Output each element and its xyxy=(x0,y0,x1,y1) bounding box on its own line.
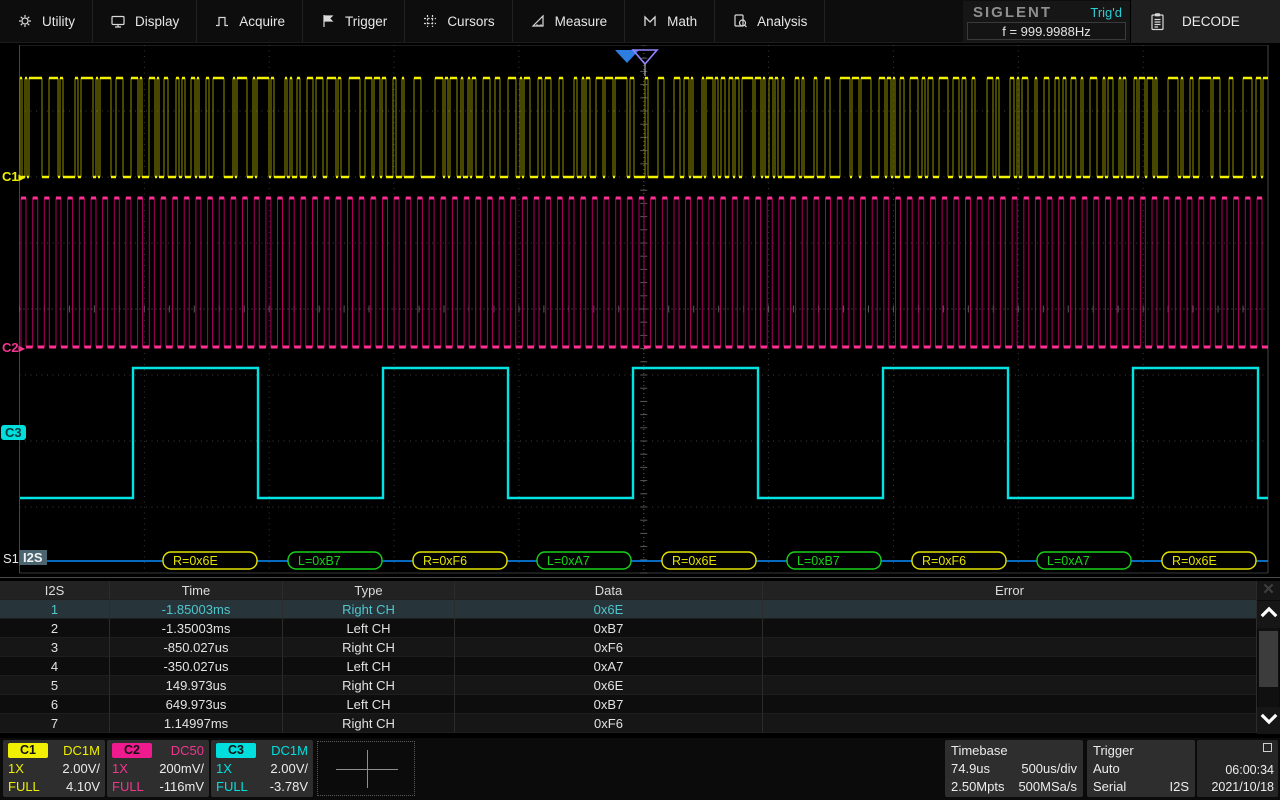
table-row[interactable]: 4 -350.027us Left CH 0xA7 xyxy=(0,657,1257,676)
table-close-button[interactable]: ✕ xyxy=(1257,581,1280,600)
channel3-descriptor[interactable]: C3DC1M 1X2.00V/ FULL-3.78V xyxy=(211,740,313,797)
serial-bus-s1-label[interactable]: S1 xyxy=(3,551,19,566)
menu-acquire-label: Acquire xyxy=(239,14,285,29)
channel2-badge: C2 xyxy=(112,743,152,758)
header-time: Time xyxy=(110,581,283,600)
svg-text:R=0x6E: R=0x6E xyxy=(173,554,218,568)
table-row[interactable]: 5 149.973us Right CH 0x6E xyxy=(0,676,1257,695)
decode-list-icon xyxy=(1149,12,1166,31)
decode-label: DECODE xyxy=(1182,14,1240,29)
channel2-position-label[interactable]: C2▶ xyxy=(2,340,25,355)
clock-time: 06:00:34 xyxy=(1197,762,1274,779)
menu-utility[interactable]: Utility xyxy=(0,0,93,42)
table-row[interactable]: 6 649.973us Left CH 0xB7 xyxy=(0,695,1257,714)
trigger-descriptor[interactable]: Trigger Auto SerialI2S xyxy=(1087,740,1195,797)
menu-math-label: Math xyxy=(667,14,697,29)
chevron-up-icon xyxy=(1259,606,1279,624)
status-bar: C1DC1M 1X2.00V/ FULL4.10V C2DC50 1X200mV… xyxy=(0,738,1280,800)
header-error: Error xyxy=(763,581,1257,600)
svg-text:L=0xA7: L=0xA7 xyxy=(547,554,590,568)
decode-menu-button[interactable]: DECODE xyxy=(1130,0,1280,43)
menu-measure-label: Measure xyxy=(555,14,608,29)
channel1-badge: C1 xyxy=(8,743,48,758)
trigger-flag-icon xyxy=(320,13,336,29)
chevron-down-icon xyxy=(1259,712,1279,730)
math-preview-slot[interactable] xyxy=(317,741,415,796)
svg-text:L=0xA7: L=0xA7 xyxy=(1047,554,1090,568)
table-row[interactable]: 1 -1.85003ms Right CH 0x6E xyxy=(0,600,1257,619)
waveform-canvas: R=0x6E L=0xB7 R=0xF6 L=0xA7 R=0x6E L=0xB7 R=0x… xyxy=(0,45,1280,575)
table-row[interactable]: 3 -850.027us Right CH 0xF6 xyxy=(0,638,1257,657)
svg-text:L=0xB7: L=0xB7 xyxy=(797,554,840,568)
serial-bus-protocol-badge[interactable]: I2S xyxy=(19,550,47,565)
siglent-logo: SIGLENT xyxy=(973,4,1052,21)
svg-text:L=0xB7: L=0xB7 xyxy=(298,554,341,568)
channel2-descriptor[interactable]: C2DC50 1X200mV/ FULL-116mV xyxy=(107,740,209,797)
menu-measure[interactable]: Measure xyxy=(513,0,626,42)
menu-utility-label: Utility xyxy=(42,14,75,29)
trigger-status: Trig'd xyxy=(1090,5,1122,20)
menu-display-label: Display xyxy=(135,14,179,29)
channel1-descriptor[interactable]: C1DC1M 1X2.00V/ FULL4.10V xyxy=(3,740,105,797)
table-row[interactable]: 7 1.14997ms Right CH 0xF6 xyxy=(0,714,1257,733)
timebase-descriptor[interactable]: Timebase 74.9us500us/div 2.50Mpts500MSa/… xyxy=(945,740,1083,797)
svg-text:R=0x6E: R=0x6E xyxy=(1172,554,1217,568)
decode-result-table: I2S Time Type Data Error 1 -1.85003ms Ri… xyxy=(0,581,1257,733)
channel1-position-label[interactable]: C1▶ xyxy=(2,169,25,184)
menu-trigger-label: Trigger xyxy=(345,14,387,29)
math-icon xyxy=(642,13,658,29)
display-icon xyxy=(110,13,126,29)
channel2-arrow-icon: ▶ xyxy=(19,344,25,353)
table-row[interactable]: 2 -1.35003ms Left CH 0xB7 xyxy=(0,619,1257,638)
channel3-position-label[interactable]: C3 xyxy=(1,425,26,440)
acquire-icon xyxy=(214,13,230,29)
menu-trigger[interactable]: Trigger xyxy=(303,0,405,42)
clock-date: 2021/10/18 xyxy=(1197,779,1274,796)
channel1-arrow-icon: ▶ xyxy=(19,173,25,182)
menu-analysis-label: Analysis xyxy=(757,14,807,29)
menu-display[interactable]: Display xyxy=(93,0,197,42)
menu-acquire[interactable]: Acquire xyxy=(197,0,303,42)
plot-table-divider xyxy=(0,577,1280,578)
measure-icon xyxy=(530,13,546,29)
analysis-icon xyxy=(732,13,748,29)
menu-cursors[interactable]: Cursors xyxy=(405,0,512,42)
cursors-icon xyxy=(422,13,438,29)
menu-cursors-label: Cursors xyxy=(447,14,494,29)
gear-icon xyxy=(17,13,33,29)
header-i2s: I2S xyxy=(0,581,110,600)
datetime-panel[interactable]: 06:00:34 2021/10/18 xyxy=(1197,740,1278,797)
waveform-display[interactable]: R=0x6E L=0xB7 R=0xF6 L=0xA7 R=0x6E L=0xB7 R=0x… xyxy=(0,43,1280,577)
header-data: Data xyxy=(455,581,763,600)
crosshair-icon xyxy=(367,750,368,788)
scrollbar-thumb[interactable] xyxy=(1259,631,1278,687)
frequency-counter: f = 999.9988Hz xyxy=(967,22,1126,40)
scroll-down-button[interactable] xyxy=(1257,707,1280,734)
table-scrollbar: ✕ xyxy=(1257,581,1280,734)
table-header-row: I2S Time Type Data Error xyxy=(0,581,1257,600)
channel3-badge: C3 xyxy=(216,743,256,758)
status-cluster: SIGLENT Trig'd f = 999.9988Hz xyxy=(963,1,1130,42)
menu-analysis[interactable]: Analysis xyxy=(715,0,825,42)
svg-text:R=0xF6: R=0xF6 xyxy=(922,554,966,568)
svg-text:R=0xF6: R=0xF6 xyxy=(423,554,467,568)
svg-text:R=0x6E: R=0x6E xyxy=(672,554,717,568)
menu-math[interactable]: Math xyxy=(625,0,715,42)
oscilloscope-screen: Utility Display Acquire Trigger Cursors … xyxy=(0,0,1280,800)
header-type: Type xyxy=(283,581,455,600)
scrollbar-track[interactable] xyxy=(1258,628,1279,707)
scroll-up-button[interactable] xyxy=(1257,601,1280,628)
